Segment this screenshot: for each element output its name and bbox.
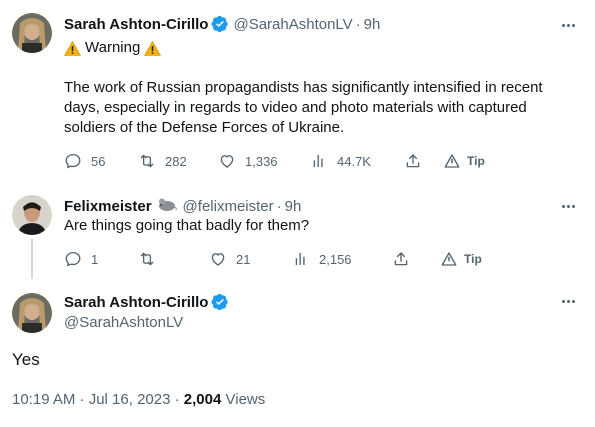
share-button[interactable] bbox=[392, 249, 410, 269]
retweet-count: 282 bbox=[165, 153, 187, 169]
views-button[interactable]: 44.7K bbox=[310, 151, 371, 171]
tweet-3-handle-row: @SarahAshtonLV bbox=[64, 314, 183, 331]
verified-badge-icon bbox=[211, 293, 229, 311]
tweet-1-body: Warning The work of Russian propagandist… bbox=[63, 38, 579, 138]
tweet-1: Sarah Ashton-Cirillo @SarahAshtonLV · 9h… bbox=[0, 0, 595, 183]
reply-count: 1 bbox=[91, 251, 99, 267]
tweet-1-header: Sarah Ashton-Cirillo @SarahAshtonLV · 9h bbox=[64, 15, 380, 33]
separator-dot: · bbox=[276, 197, 282, 215]
views-button[interactable]: 2,156 bbox=[292, 249, 352, 269]
avatar-sarah[interactable] bbox=[12, 293, 52, 333]
like-count: 21 bbox=[236, 251, 251, 267]
tweet-2-text: Are things going that badly for them? bbox=[64, 217, 310, 234]
retweet-button[interactable]: 282 bbox=[138, 151, 187, 171]
tweet-1-actions: 56 282 1,336 44.7K Tip bbox=[64, 151, 579, 171]
separator-dot: · bbox=[174, 391, 180, 408]
tweet-3-header: Sarah Ashton-Cirillo bbox=[64, 293, 233, 311]
reply-icon bbox=[65, 251, 81, 267]
mouse-icon bbox=[157, 197, 177, 215]
like-count: 1,336 bbox=[245, 153, 278, 169]
tweet-timestamp[interactable]: 10:19 AM · Jul 16, 2023 bbox=[12, 391, 170, 408]
author-name[interactable]: Sarah Ashton-Cirillo bbox=[64, 294, 208, 311]
warning-label: Warning bbox=[85, 39, 141, 56]
tweet-2: Felixmeister @felixmeister · 9h Are thin… bbox=[0, 183, 595, 283]
tweet-2-actions: 1 21 2,156 Tip bbox=[64, 249, 579, 269]
retweet-button[interactable] bbox=[138, 249, 165, 269]
tip-label: Tip bbox=[467, 154, 485, 168]
retweet-icon bbox=[140, 252, 154, 266]
views-count: 44.7K bbox=[337, 153, 371, 169]
warning-icon bbox=[144, 40, 162, 56]
views-count: 2,004 bbox=[183, 391, 222, 408]
more-icon[interactable] bbox=[558, 196, 578, 216]
tip-icon bbox=[444, 154, 460, 168]
tweet-1-text: The work of Russian propagandists has si… bbox=[64, 79, 543, 136]
tip-button[interactable]: Tip bbox=[443, 151, 485, 171]
like-icon bbox=[220, 155, 234, 168]
share-icon bbox=[394, 252, 408, 266]
views-icon bbox=[295, 253, 305, 265]
reply-icon bbox=[65, 153, 81, 169]
share-button[interactable] bbox=[404, 151, 422, 171]
avatar-felixmeister[interactable] bbox=[12, 195, 52, 235]
tweet-2-header: Felixmeister @felixmeister · 9h bbox=[64, 197, 301, 215]
tip-button[interactable]: Tip bbox=[440, 249, 482, 269]
views-icon bbox=[313, 155, 323, 167]
tweet-3-meta: 10:19 AM · Jul 16, 2023 · 2,004 Views bbox=[12, 391, 265, 408]
tip-label: Tip bbox=[464, 252, 482, 266]
author-name[interactable]: Felixmeister bbox=[64, 198, 152, 215]
thread-line bbox=[31, 239, 33, 279]
separator-dot: · bbox=[355, 15, 361, 33]
author-handle[interactable]: @SarahAshtonLV bbox=[64, 314, 183, 331]
retweet-icon bbox=[140, 154, 154, 168]
share-icon bbox=[406, 154, 420, 168]
author-handle[interactable]: @SarahAshtonLV bbox=[233, 16, 352, 33]
avatar-sarah[interactable] bbox=[12, 13, 52, 53]
like-icon bbox=[211, 253, 225, 266]
tweet-time[interactable]: 9h bbox=[364, 16, 381, 33]
warning-icon bbox=[63, 40, 82, 56]
reply-button[interactable]: 1 bbox=[64, 249, 98, 269]
like-button[interactable]: 1,336 bbox=[218, 151, 278, 171]
author-handle[interactable]: @felixmeister bbox=[183, 198, 274, 215]
views-label: Views bbox=[225, 391, 266, 408]
tweet-3-text: Yes bbox=[12, 350, 40, 369]
views-count: 2,156 bbox=[319, 251, 352, 267]
more-icon[interactable] bbox=[558, 291, 578, 311]
more-icon[interactable] bbox=[558, 15, 578, 35]
tweet-time[interactable]: 9h bbox=[285, 198, 302, 215]
verified-badge-icon bbox=[211, 15, 229, 33]
tip-icon bbox=[441, 252, 457, 266]
reply-count: 56 bbox=[91, 153, 106, 169]
warning-line: Warning bbox=[63, 38, 579, 58]
reply-button[interactable]: 56 bbox=[64, 151, 105, 171]
like-button[interactable]: 21 bbox=[209, 249, 250, 269]
author-name[interactable]: Sarah Ashton-Cirillo bbox=[64, 16, 208, 33]
